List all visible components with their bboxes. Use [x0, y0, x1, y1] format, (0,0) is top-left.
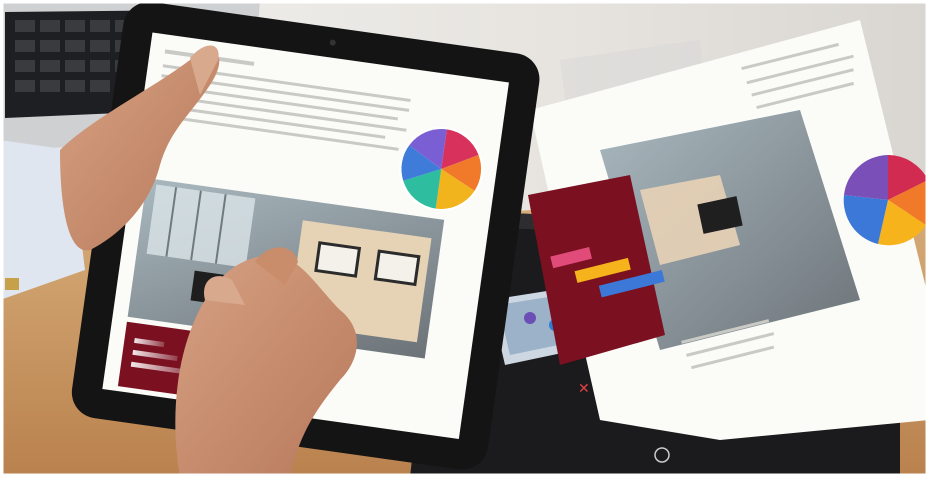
photo-scene: ✕: [0, 0, 929, 477]
scene-illustration: ✕: [0, 0, 929, 477]
cufflink: [5, 278, 19, 290]
close-icon[interactable]: ✕: [578, 381, 590, 397]
